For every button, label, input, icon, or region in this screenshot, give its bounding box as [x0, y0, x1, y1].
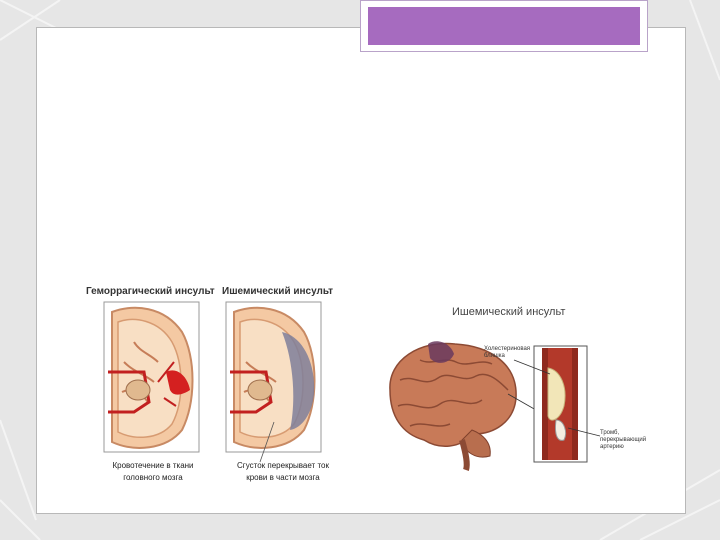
note-ischemic: Сгусток перекрывает ток крови в части мо…	[222, 460, 344, 484]
label-ischemic-stroke: Ишемический инсульт	[222, 286, 334, 297]
thrombus-pointer-line	[567, 427, 601, 437]
note-ischemic-line1: Сгусток перекрывает ток	[237, 461, 329, 470]
title-tab	[360, 0, 648, 52]
ischemic-brain-illustration	[225, 301, 322, 463]
label-thrombus-line2: перекрывающий	[600, 437, 647, 443]
plaque-pointer-line	[513, 359, 551, 375]
label-hemorrhagic-stroke: Геморрагический инсульт	[86, 286, 215, 297]
note-hemorrhagic: Кровотечение в ткани головного мозга	[92, 460, 214, 484]
label-thrombus-line3: артерию	[600, 444, 624, 450]
label-thrombus-line1: Тромб,	[600, 430, 620, 436]
note-ischemic-line2: крови в части мозга	[246, 473, 320, 482]
label-plaque-line1: Холестериновая	[484, 346, 531, 352]
hemorrhagic-brain-illustration	[103, 301, 200, 453]
label-thrombus: Тромб, перекрывающий артерию	[600, 430, 646, 451]
note-hemorrhagic-line1: Кровотечение в ткани	[112, 461, 194, 470]
right-figure-title: Ишемический инсульт	[452, 306, 566, 318]
title-bar	[368, 7, 640, 45]
note-hemorrhagic-line2: головного мозга	[123, 473, 183, 482]
